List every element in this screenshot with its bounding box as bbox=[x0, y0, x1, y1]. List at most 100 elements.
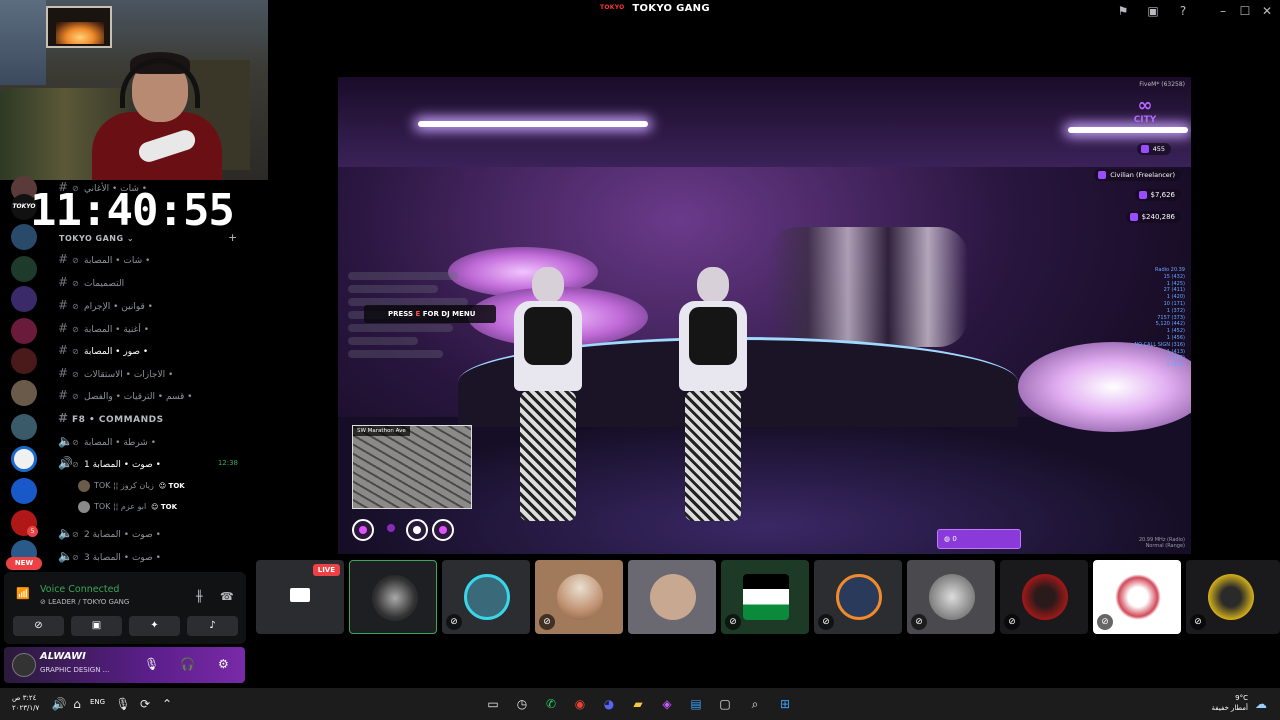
voice-channel[interactable]: 🔈⊘ صوت • المصابة 3 • bbox=[58, 547, 248, 565]
hash-icon: # bbox=[58, 321, 69, 335]
participant-tile[interactable]: ⊘ bbox=[442, 560, 530, 634]
weather-cloud-icon[interactable]: ☁ bbox=[1252, 695, 1270, 713]
speaker-icon: 🔈 bbox=[58, 549, 73, 563]
start-icon[interactable]: ⊞ bbox=[776, 695, 794, 713]
participant-tile[interactable] bbox=[628, 560, 716, 634]
participant-tile[interactable]: ⊘ bbox=[535, 560, 623, 634]
clock-app-icon[interactable]: ◷ bbox=[513, 695, 531, 713]
server-icon-4[interactable] bbox=[11, 256, 37, 282]
chevron-up-icon[interactable]: ⌃ bbox=[158, 695, 176, 713]
participant-tile[interactable] bbox=[349, 560, 437, 634]
participant-tile[interactable]: ⊘ bbox=[1000, 560, 1088, 634]
channel-item[interactable]: # ⊘ أغنية • المصابة • bbox=[58, 319, 248, 337]
voice-channel[interactable]: 🔈⊘ شرطة • المصابة • bbox=[58, 432, 248, 450]
hud-inventory-bar: ◍ 0 bbox=[937, 529, 1021, 549]
category-commands[interactable]: # F8 • COMMANDS bbox=[58, 409, 248, 427]
copilot-icon[interactable]: ◈ bbox=[658, 695, 676, 713]
chat-history-faded bbox=[348, 267, 478, 387]
channel-list: # ⊘ شات • الأغاني • TOKYO GANG ⌄ + # ⊘ شات •… bbox=[48, 180, 250, 570]
participant-tile[interactable]: ⊘ bbox=[1186, 560, 1280, 634]
task-view-icon[interactable]: ▭ bbox=[484, 695, 502, 713]
soundboard-icon[interactable]: ♪ bbox=[187, 616, 238, 636]
mic-icon[interactable]: 🎙 bbox=[114, 695, 132, 713]
store-icon[interactable]: ▤ bbox=[687, 695, 705, 713]
inbox-flag-icon[interactable]: ⚑ bbox=[1114, 2, 1132, 20]
server-icon-5[interactable] bbox=[11, 286, 37, 312]
new-badge[interactable]: NEW bbox=[6, 557, 42, 570]
gear-icon[interactable]: ⚙ bbox=[218, 657, 229, 671]
channel-item[interactable]: # ⊘ قسم • الترقيات • والفصل • bbox=[58, 386, 248, 404]
channel-item[interactable]: # ⊘ شات • المصابة • bbox=[58, 250, 248, 268]
server-icon-7[interactable] bbox=[11, 348, 37, 374]
channel-item[interactable]: # ⊘ التصميمات bbox=[58, 273, 248, 291]
signal-icon[interactable]: 📶 bbox=[16, 587, 30, 601]
radio-line: 1 (456) bbox=[1166, 334, 1185, 341]
server-icon-12[interactable]: 5 bbox=[11, 510, 38, 537]
radio-line: 5 (482) bbox=[1166, 362, 1185, 369]
avatar bbox=[372, 575, 418, 621]
activities-icon[interactable]: ✦ bbox=[129, 616, 180, 636]
server-icon-11[interactable] bbox=[11, 478, 37, 504]
voice-channel-active[interactable]: 🔊⊘ صوت • المصابة 1 • 12:38 bbox=[58, 454, 248, 472]
sync-icon[interactable]: ⟳ bbox=[136, 695, 154, 713]
user-status[interactable]: GRAPHIC DESIGN ... bbox=[40, 666, 109, 674]
weather-widget[interactable]: 9°C أمطار خفيفة bbox=[1200, 693, 1248, 713]
headphones-icon[interactable]: 🎧 bbox=[180, 657, 195, 671]
network-icon[interactable]: ⌂ bbox=[68, 695, 86, 713]
screen-share-button[interactable]: ▣ bbox=[71, 616, 122, 636]
radio-line: 1 (413) bbox=[1166, 348, 1185, 355]
camera-off-icon[interactable]: ⊘ bbox=[13, 616, 64, 636]
participant-tile[interactable]: ⊘ bbox=[721, 560, 809, 634]
file-explorer-icon[interactable]: ▰ bbox=[629, 695, 647, 713]
voice-channel[interactable]: 🔈⊘ صوت • المصابة 2 • bbox=[58, 524, 248, 542]
live-badge: LIVE bbox=[312, 564, 340, 576]
speaker-icon: 🔈 bbox=[58, 526, 73, 540]
window-icon[interactable]: ▢ bbox=[716, 695, 734, 713]
hud-radio-info: 20.99 MHz (Radio) Normal (Range) bbox=[1138, 537, 1185, 549]
channel-item[interactable]: # ⊘ الاجازات • الاستقالات • bbox=[58, 364, 248, 382]
participant-tile[interactable]: ⊘ bbox=[814, 560, 902, 634]
help-icon[interactable]: ? bbox=[1174, 2, 1192, 20]
participant-tile[interactable]: ⊘ bbox=[1093, 560, 1181, 634]
server-icon-6[interactable] bbox=[11, 318, 37, 344]
system-clock[interactable]: ٣:٢٤ ص ٢٠٢٣/١/٧ bbox=[12, 693, 39, 713]
avatar[interactable] bbox=[12, 653, 36, 677]
muted-icon: ⊘ bbox=[539, 614, 555, 630]
channel-item-active[interactable]: # ⊘ صور • المصابة • bbox=[58, 341, 248, 359]
participant-tile[interactable]: ⊘ bbox=[907, 560, 995, 634]
status-fill bbox=[439, 526, 447, 534]
thread-icon: ⊘ bbox=[72, 325, 79, 334]
close-icon[interactable]: ✕ bbox=[1258, 2, 1276, 20]
whatsapp-icon[interactable]: ✆ bbox=[542, 695, 560, 713]
microphone-icon[interactable]: 🎙 bbox=[144, 657, 159, 671]
voice-user[interactable]: TOK ¦¦ زيان كروز ☺ TOK bbox=[78, 477, 185, 495]
minimize-icon[interactable]: – bbox=[1214, 2, 1232, 20]
server-icon-9[interactable] bbox=[11, 414, 37, 440]
chrome-icon[interactable]: ◉ bbox=[571, 695, 589, 713]
channel-item[interactable]: # ⊘ قوانين • الإجرام • bbox=[58, 296, 248, 314]
avatar bbox=[743, 574, 789, 620]
noise-suppression-icon[interactable]: ╫ bbox=[196, 590, 203, 603]
game-stream-view[interactable]: FiveM* (63258) ∞ CITY 455 Civilian (Free… bbox=[338, 77, 1191, 554]
muted-icon: ⊘ bbox=[446, 614, 462, 630]
avatar bbox=[464, 574, 510, 620]
disconnect-icon[interactable]: ☎ bbox=[220, 590, 234, 603]
city-logo-icon: ∞ bbox=[1137, 95, 1153, 116]
speaker-active-icon: 🔊 bbox=[58, 456, 73, 470]
voice-status-title[interactable]: Voice Connected bbox=[40, 584, 119, 595]
voice-user[interactable]: TOK ¦¦ ابو عزم ☺ TOK bbox=[78, 498, 177, 516]
discord-icon[interactable]: ◕ bbox=[600, 695, 618, 713]
maximize-icon[interactable]: ☐ bbox=[1236, 2, 1254, 20]
screen-share-icon[interactable]: ▣ bbox=[1144, 2, 1162, 20]
search-icon[interactable]: ⌕ bbox=[746, 695, 764, 713]
character-legs bbox=[520, 391, 576, 521]
stream-preview-tile[interactable]: LIVE bbox=[256, 560, 344, 634]
hunger-status-icon bbox=[406, 519, 428, 541]
speaker-icon[interactable]: 🔊 bbox=[50, 695, 68, 713]
server-icon-bmw[interactable] bbox=[11, 446, 37, 472]
username[interactable]: ALWAWI bbox=[40, 651, 86, 662]
language-indicator[interactable]: ENG bbox=[90, 698, 105, 706]
voice-status-channel[interactable]: ⊘ LEADER / TOKYO GANG bbox=[40, 598, 129, 606]
avatar bbox=[929, 574, 975, 620]
server-icon-8[interactable] bbox=[11, 380, 37, 406]
